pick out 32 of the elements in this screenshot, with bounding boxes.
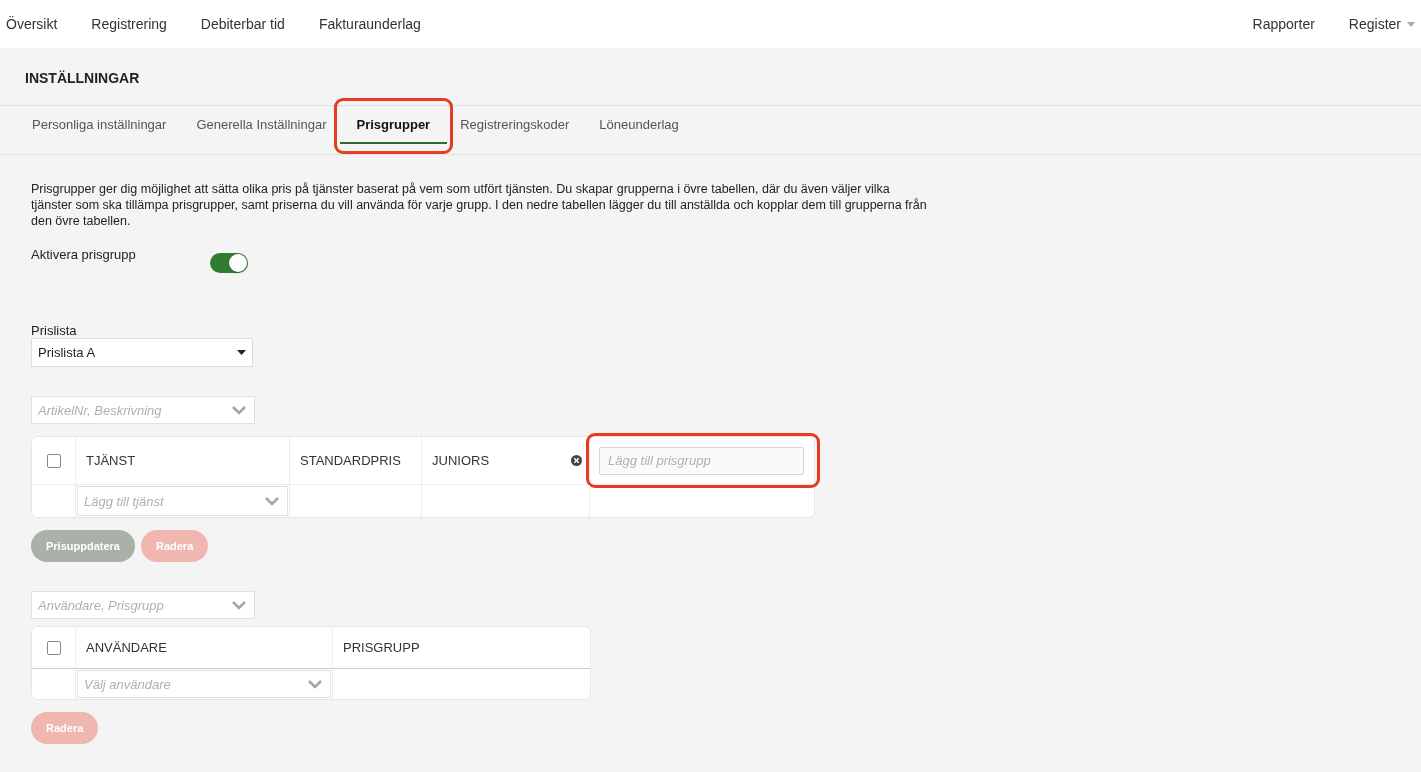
column-header: PRISGRUPP xyxy=(343,640,421,655)
tab[interactable]: Prisgrupper xyxy=(339,106,448,144)
column-header: ANVÄNDARE xyxy=(86,640,168,655)
close-icon[interactable] xyxy=(571,455,582,466)
chevron-down-icon xyxy=(231,600,247,610)
add-service-field[interactable]: Lägg till tjänst xyxy=(77,486,288,516)
chevron-down-icon xyxy=(264,496,280,506)
nav-link[interactable]: Fakturaunderlag xyxy=(318,16,421,32)
chevron-down-icon xyxy=(231,405,247,415)
caret-icon xyxy=(237,350,246,355)
checkbox[interactable] xyxy=(46,453,61,468)
add-group-field[interactable]: Lägg till prisgrupp xyxy=(599,446,804,475)
field-label: Prislista xyxy=(31,323,77,338)
caret-icon xyxy=(1407,21,1415,27)
column-header: TJÄNST xyxy=(86,453,137,468)
nav-link[interactable]: Register xyxy=(1348,16,1415,32)
column-header: STANDARDPRIS xyxy=(300,453,402,468)
nav-link[interactable]: Rapporter xyxy=(1252,16,1315,32)
price-list-select[interactable]: Prislista A xyxy=(31,338,253,367)
search-field[interactable]: Användare, Prisgrupp xyxy=(31,591,255,619)
column-header: JUNIORS xyxy=(432,453,491,468)
user-select-field[interactable]: Välj användare xyxy=(77,670,331,698)
nav-link[interactable]: Registrering xyxy=(91,16,167,32)
description-text: Prisgrupper ger dig möjlighet att sätta olika pris på tjänster baserat på vem som utfört tjänsten. Du skapar grupperna i övre tabellen, där du även väljer vilka tjänster som ska tillämpa prisgrupper, samt priserna du vill använda för varje grupp. I den nedre tabellen lägger du till anställda och kopplar dem till grupperna från den övre tabellen. xyxy=(31,181,928,229)
toggle-label: Aktivera prisgrupp xyxy=(31,247,136,262)
nav-link[interactable]: Översikt xyxy=(6,16,58,32)
checkbox[interactable] xyxy=(46,640,61,655)
search-field[interactable]: ArtikelNr, Beskrivning xyxy=(31,396,255,424)
toggle-switch[interactable] xyxy=(209,253,248,273)
chevron-down-icon xyxy=(307,679,323,689)
page-title: INSTÄLLNINGAR xyxy=(0,48,1421,106)
nav-link[interactable]: Debiterbar tid xyxy=(200,16,285,32)
